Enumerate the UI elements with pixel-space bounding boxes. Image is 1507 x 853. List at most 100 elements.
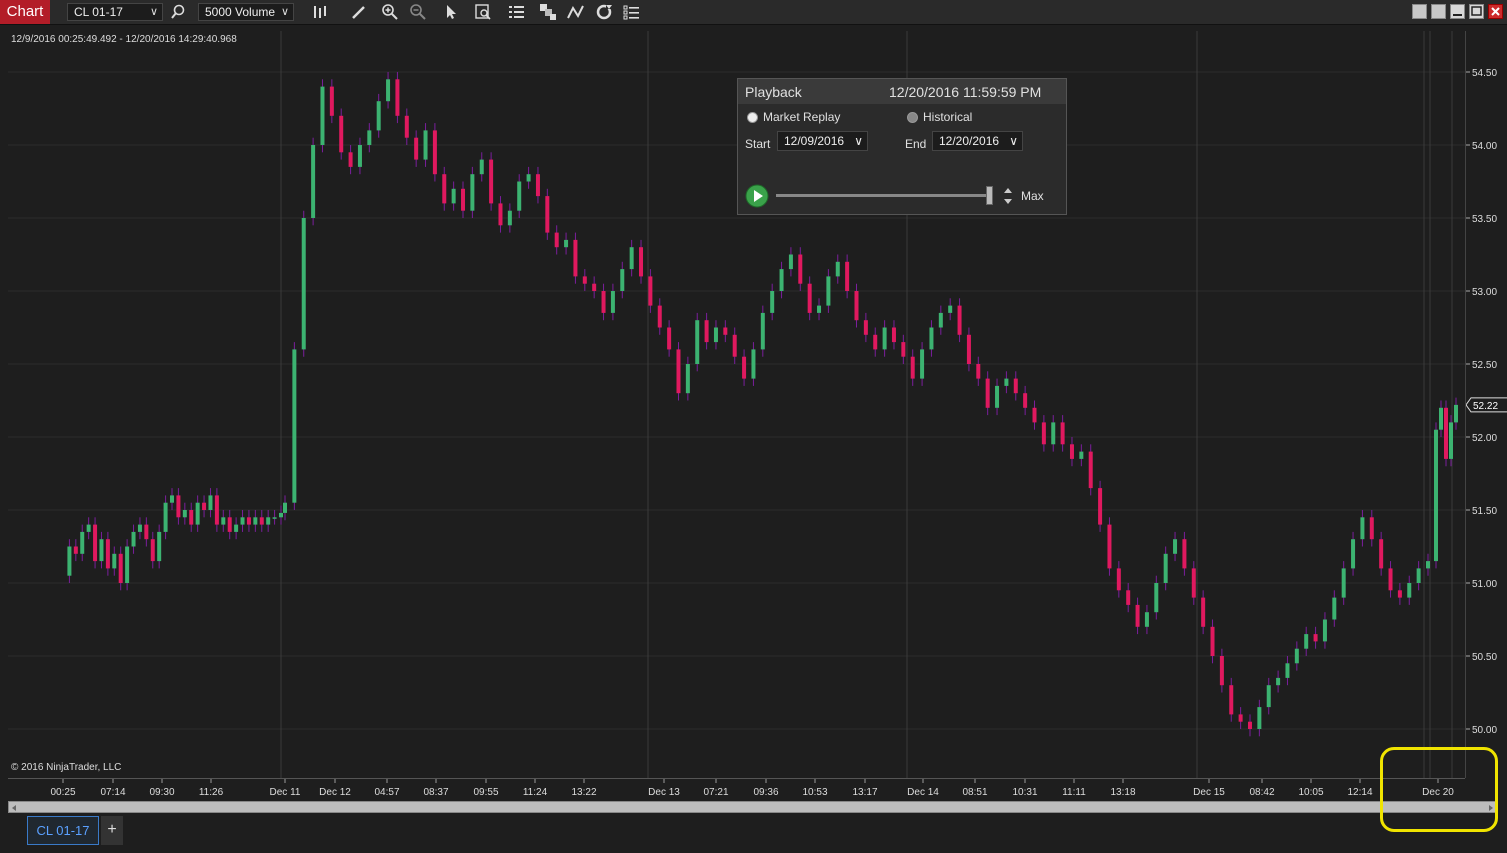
start-date-picker[interactable]: 12/09/2016 ∨ <box>777 131 868 151</box>
candle-body <box>948 305 953 313</box>
candle-body <box>442 174 447 204</box>
candle-body <box>1369 517 1374 540</box>
link-icon[interactable] <box>1431 4 1446 19</box>
candle-body <box>1191 568 1196 598</box>
candle-body <box>182 510 187 518</box>
x-tick-label: 07:21 <box>703 787 728 798</box>
price-axis[interactable]: 54.50 54.00 53.50 53.00 52.50 52.00 51.50 51.00… <box>1465 31 1507 778</box>
candle-body <box>451 188 456 204</box>
playback-speed-slider[interactable] <box>986 186 993 205</box>
candle-body <box>99 539 104 562</box>
speed-label: Max <box>1021 189 1044 203</box>
candle-body <box>1426 561 1430 569</box>
tab-cl-01-17[interactable]: CL 01-17 <box>27 816 99 845</box>
chevron-down-icon: ∨ <box>854 134 863 148</box>
tile-icon[interactable] <box>1412 4 1427 19</box>
historical-label: Historical <box>923 110 973 124</box>
candle-body <box>788 254 793 270</box>
speed-stepper[interactable] <box>1002 185 1014 207</box>
list-icon[interactable] <box>622 2 642 22</box>
properties-icon[interactable] <box>507 2 527 22</box>
candle-body <box>202 502 207 510</box>
zoom-out-icon[interactable] <box>408 2 428 22</box>
market-replay-radio[interactable] <box>747 112 758 123</box>
pointer-icon[interactable] <box>441 2 461 22</box>
candle-body <box>1182 539 1187 569</box>
start-date-value: 12/09/2016 <box>784 134 845 148</box>
candle-body <box>1351 539 1356 569</box>
period-selector[interactable]: 5000 Volume ∨ <box>198 3 294 21</box>
x-tick-label: 08:42 <box>1249 787 1274 798</box>
candle-body <box>234 524 239 532</box>
horizontal-scrollbar[interactable] <box>8 801 1498 813</box>
candle-body <box>227 517 232 532</box>
candle-body <box>770 291 775 313</box>
candle-body <box>414 137 419 160</box>
search-icon[interactable] <box>168 2 188 22</box>
y-tick-label: 54.50 <box>1472 68 1497 79</box>
candle-body <box>1238 714 1243 722</box>
playback-speed-track[interactable] <box>776 194 991 197</box>
candle-body <box>1407 583 1412 598</box>
candle-body <box>648 276 653 306</box>
candle-body <box>676 349 681 394</box>
reload-icon[interactable] <box>594 2 614 22</box>
play-icon <box>745 184 769 208</box>
candle-body <box>1051 422 1056 445</box>
minimize-icon[interactable] <box>1450 4 1465 19</box>
time-axis[interactable]: 00:25 07:14 09:30 11:26 Dec 11 Dec 12 04:57 08:… <box>8 778 1465 801</box>
candle-body <box>1210 626 1215 656</box>
templates-icon[interactable] <box>538 2 558 22</box>
draw-pencil-icon[interactable] <box>348 2 368 22</box>
x-tick-label: Dec 13 <box>648 787 680 798</box>
historical-radio[interactable] <box>907 112 918 123</box>
candle-body <box>1276 677 1281 686</box>
candle-body <box>144 524 149 540</box>
chart-style-icon[interactable] <box>310 2 330 22</box>
x-tick-label: 10:05 <box>1298 787 1323 798</box>
add-tab-button[interactable]: + <box>101 816 123 845</box>
x-tick-label: Dec 15 <box>1193 787 1225 798</box>
maximize-icon[interactable] <box>1469 4 1484 19</box>
x-tick-label: 09:36 <box>753 787 778 798</box>
candle-body <box>1257 707 1262 729</box>
candle-body <box>1313 634 1318 642</box>
candle-body <box>125 546 130 583</box>
candle-body <box>1135 604 1140 627</box>
candle-body <box>1079 451 1084 459</box>
zoom-in-icon[interactable] <box>380 2 400 22</box>
candle-body <box>845 261 850 291</box>
strategies-icon[interactable] <box>566 2 586 22</box>
candle-body <box>240 517 245 525</box>
data-box-icon[interactable] <box>473 2 493 22</box>
candle-body <box>105 539 110 569</box>
start-label: Start <box>745 137 771 151</box>
candle-body <box>479 159 484 175</box>
x-tick-label: 11:26 <box>199 787 224 798</box>
candle-body <box>395 79 400 116</box>
candle-body <box>657 305 662 328</box>
candle-body <box>137 524 142 532</box>
candle-body <box>554 232 559 248</box>
chevron-down-icon: ∨ <box>149 6 158 18</box>
candle-body <box>1098 488 1103 525</box>
candle-body <box>1088 451 1093 489</box>
candle-body <box>150 539 155 562</box>
x-tick-label: 09:30 <box>149 787 174 798</box>
candle-body <box>386 79 391 102</box>
candle-body <box>742 356 747 379</box>
candle-body <box>1004 378 1009 386</box>
end-label: End <box>905 137 927 151</box>
candle-body <box>1379 539 1384 569</box>
play-button[interactable] <box>745 184 769 208</box>
close-icon[interactable] <box>1488 4 1503 19</box>
end-date-picker[interactable]: 12/20/2016 ∨ <box>932 131 1023 151</box>
candle-body <box>1247 721 1252 729</box>
candle-body <box>582 276 587 284</box>
candle-body <box>667 327 672 350</box>
candle-body <box>131 531 136 547</box>
y-tick-label: 50.00 <box>1472 725 1497 736</box>
candle-body <box>470 174 475 211</box>
instrument-selector[interactable]: CL 01-17 ∨ <box>67 3 163 21</box>
candle-body <box>283 502 287 513</box>
